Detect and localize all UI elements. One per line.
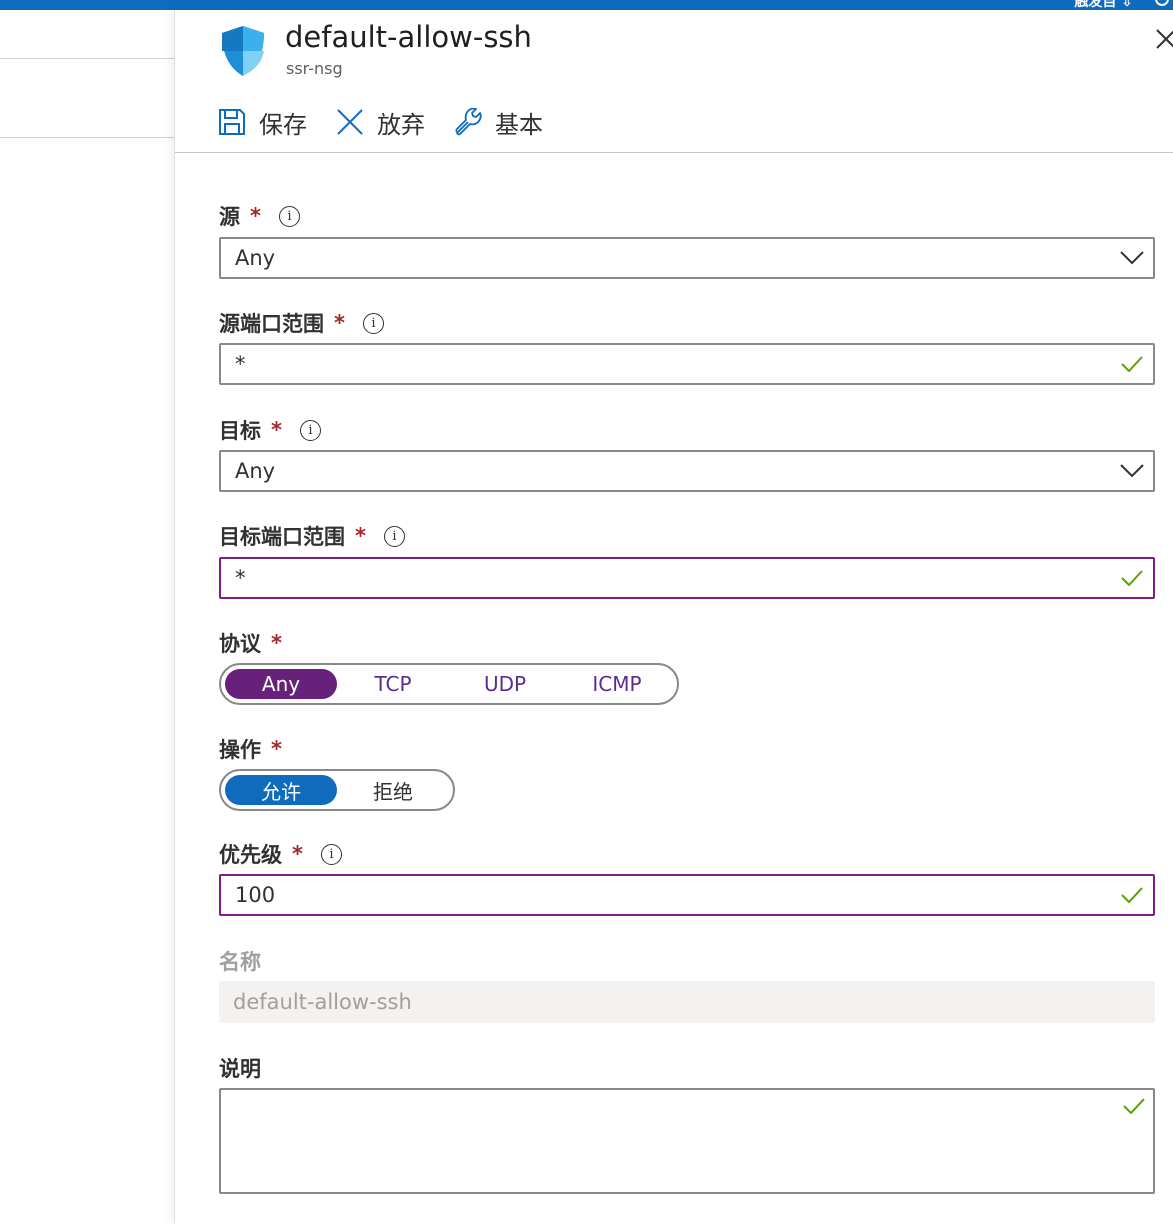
action-label-row: 操作 * bbox=[219, 734, 282, 764]
priority-input[interactable]: 100 bbox=[219, 874, 1155, 916]
close-icon bbox=[1156, 29, 1173, 49]
background-divider bbox=[0, 137, 175, 138]
protocol-selector: Any TCP UDP ICMP bbox=[219, 663, 679, 705]
destination-port-range-label: 目标端口范围 bbox=[219, 525, 345, 549]
name-label: 名称 bbox=[219, 950, 261, 974]
action-option-deny[interactable]: 拒绝 bbox=[337, 775, 449, 805]
priority-value: 100 bbox=[235, 883, 276, 907]
info-icon[interactable]: i bbox=[383, 525, 405, 547]
required-asterisk: * bbox=[250, 204, 261, 228]
required-asterisk: * bbox=[355, 524, 366, 548]
portal-top-bar: 触发自 ⇩ bbox=[0, 0, 1173, 10]
info-icon[interactable]: i bbox=[320, 843, 342, 865]
panel-subtitle: ssr-nsg bbox=[286, 59, 343, 78]
destination-dropdown[interactable]: Any bbox=[219, 450, 1155, 492]
protocol-label: 协议 bbox=[219, 632, 261, 656]
protocol-option-udp[interactable]: UDP bbox=[449, 669, 561, 699]
source-port-range-input[interactable]: * bbox=[219, 343, 1155, 385]
required-asterisk: * bbox=[292, 842, 303, 866]
wrench-icon bbox=[453, 107, 483, 137]
panel-title: default-allow-ssh bbox=[285, 20, 532, 54]
background-blade bbox=[0, 10, 175, 1224]
action-option-allow[interactable]: 允许 bbox=[225, 775, 337, 805]
chevron-down-icon bbox=[1111, 238, 1153, 278]
source-label-row: 源 * i bbox=[219, 201, 300, 231]
top-bar-text: 触发自 ⇩ bbox=[1074, 0, 1133, 10]
shield-icon bbox=[219, 24, 267, 78]
source-label: 源 bbox=[219, 205, 240, 229]
required-asterisk: * bbox=[271, 737, 282, 761]
required-asterisk: * bbox=[271, 631, 282, 655]
basic-button[interactable]: 基本 bbox=[453, 105, 543, 140]
description-label: 说明 bbox=[219, 1057, 261, 1081]
destination-port-range-input[interactable]: * bbox=[219, 557, 1155, 599]
header-divider bbox=[175, 152, 1173, 153]
top-bar-icon[interactable] bbox=[1155, 0, 1169, 6]
checkmark-icon bbox=[1111, 875, 1153, 915]
action-label: 操作 bbox=[219, 738, 261, 762]
destination-value: Any bbox=[235, 459, 276, 483]
destination-label: 目标 bbox=[219, 419, 261, 443]
source-port-range-label: 源端口范围 bbox=[219, 312, 324, 336]
protocol-label-row: 协议 * bbox=[219, 628, 282, 658]
command-bar: 保存 放弃 基本 bbox=[217, 104, 571, 140]
save-button[interactable]: 保存 bbox=[217, 105, 307, 140]
save-label: 保存 bbox=[259, 110, 307, 139]
close-button[interactable] bbox=[1155, 24, 1173, 52]
name-input: default-allow-ssh bbox=[219, 981, 1155, 1023]
checkmark-icon bbox=[1111, 344, 1153, 384]
source-port-range-value: * bbox=[235, 352, 246, 376]
priority-label-row: 优先级 * i bbox=[219, 839, 342, 869]
discard-icon bbox=[335, 107, 365, 137]
required-asterisk: * bbox=[271, 418, 282, 442]
discard-button[interactable]: 放弃 bbox=[335, 105, 425, 140]
chevron-down-icon bbox=[1111, 451, 1153, 491]
description-label-row: 说明 bbox=[219, 1053, 261, 1083]
required-asterisk: * bbox=[334, 311, 345, 335]
name-label-row: 名称 bbox=[219, 946, 261, 976]
background-divider bbox=[0, 58, 175, 59]
action-selector: 允许 拒绝 bbox=[219, 769, 455, 811]
source-dropdown[interactable]: Any bbox=[219, 237, 1155, 279]
protocol-option-any[interactable]: Any bbox=[225, 669, 337, 699]
protocol-option-icmp[interactable]: ICMP bbox=[561, 669, 673, 699]
source-value: Any bbox=[235, 246, 276, 270]
checkmark-icon bbox=[1111, 558, 1153, 598]
info-icon[interactable]: i bbox=[278, 205, 300, 227]
destination-port-range-value: * bbox=[235, 566, 246, 590]
rule-editor-panel: default-allow-ssh ssr-nsg 保存 放弃 基本 源 * i… bbox=[174, 10, 1173, 1224]
name-value: default-allow-ssh bbox=[233, 990, 412, 1014]
destination-label-row: 目标 * i bbox=[219, 415, 321, 445]
protocol-option-tcp[interactable]: TCP bbox=[337, 669, 449, 699]
save-icon bbox=[217, 107, 247, 137]
basic-label: 基本 bbox=[495, 110, 543, 139]
source-port-label-row: 源端口范围 * i bbox=[219, 308, 384, 338]
priority-label: 优先级 bbox=[219, 843, 282, 867]
discard-label: 放弃 bbox=[377, 110, 425, 139]
description-textarea[interactable] bbox=[219, 1088, 1155, 1194]
info-icon[interactable]: i bbox=[362, 312, 384, 334]
checkmark-icon bbox=[1123, 1098, 1145, 1118]
info-icon[interactable]: i bbox=[299, 419, 321, 441]
destination-port-label-row: 目标端口范围 * i bbox=[219, 521, 405, 551]
